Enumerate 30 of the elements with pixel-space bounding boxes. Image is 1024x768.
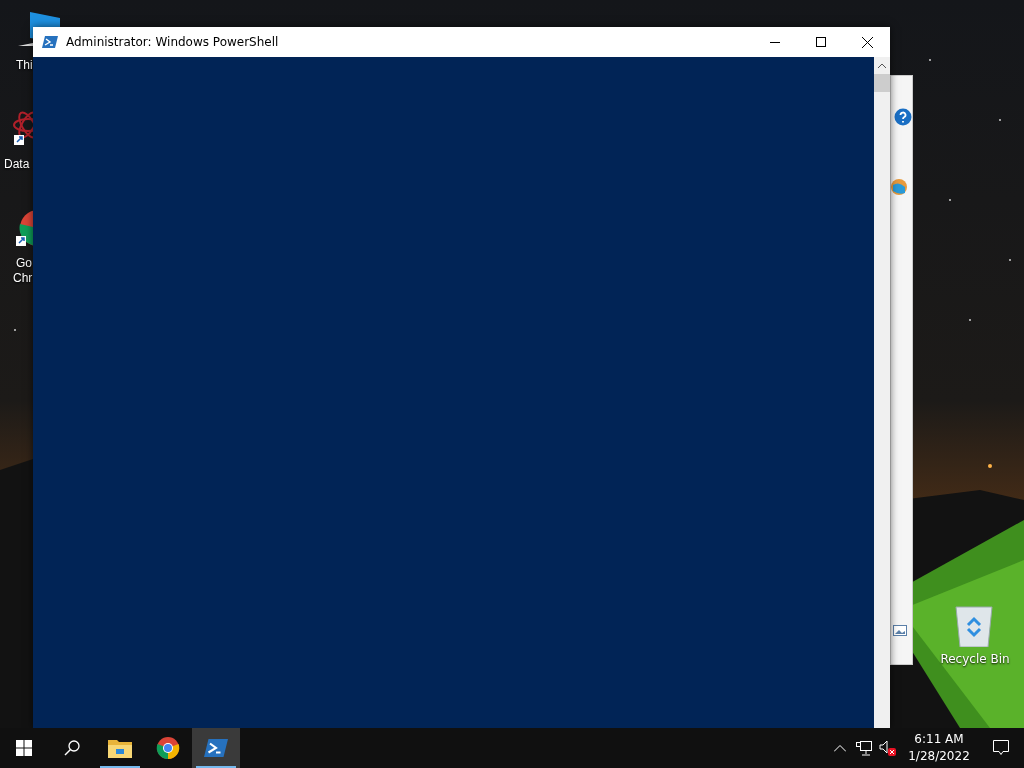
message-icon	[993, 740, 1009, 756]
desktop-icon-label: Chr	[13, 271, 33, 285]
volume-muted-icon	[879, 740, 897, 756]
maximize-icon	[816, 37, 826, 47]
clock-time: 6:11 AM	[914, 731, 964, 748]
window-title: Administrator: Windows PowerShell	[66, 35, 280, 49]
desktop-icon-label: Thi	[16, 58, 33, 72]
chrome-icon	[156, 736, 180, 760]
image-icon	[893, 625, 907, 636]
desktop-icon-label: Recycle Bin	[940, 652, 1010, 666]
powershell-icon	[204, 736, 228, 760]
clock[interactable]: 6:11 AM 1/28/2022	[900, 728, 978, 768]
windows-icon	[16, 740, 32, 756]
desktop-icon-label: Go	[16, 256, 32, 270]
help-icon[interactable]	[894, 108, 912, 126]
scrollbar-thumb[interactable]	[874, 74, 890, 92]
minimize-icon	[770, 41, 780, 43]
desktop-icon-label: Data	[4, 157, 30, 171]
search-icon	[64, 740, 80, 756]
scrollbar[interactable]	[874, 57, 890, 728]
caret-up-icon	[878, 63, 886, 68]
network-icon	[856, 740, 872, 756]
taskbar-app-button[interactable]	[192, 728, 240, 768]
powershell-icon	[42, 34, 58, 50]
folder-icon	[108, 738, 132, 758]
recycle-bin-icon[interactable]	[954, 603, 994, 647]
close-icon	[861, 36, 873, 48]
clock-date: 1/28/2022	[908, 748, 970, 765]
globe-icon	[891, 177, 907, 197]
caret-up-icon	[834, 744, 846, 752]
